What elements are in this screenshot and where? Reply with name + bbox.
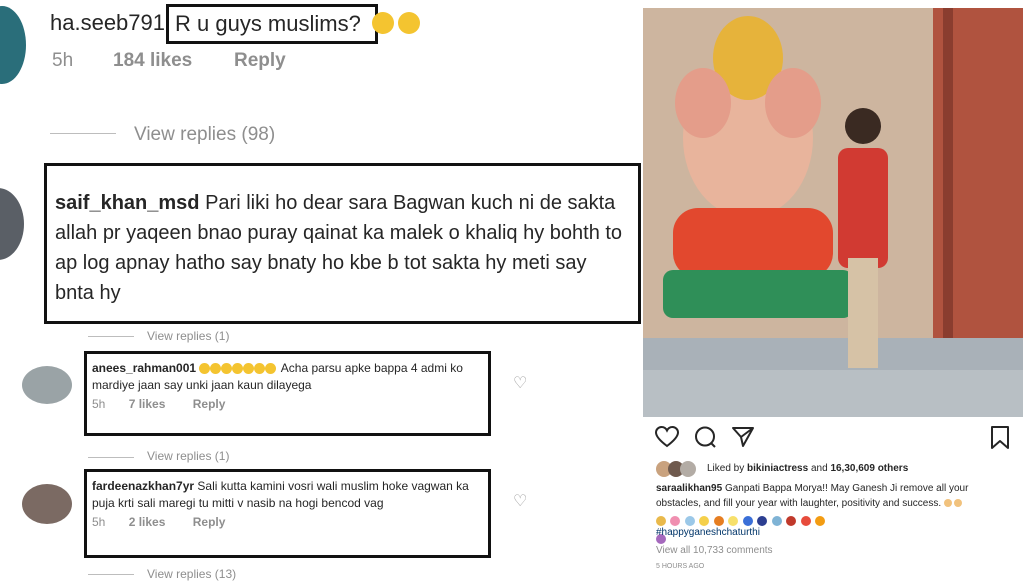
laughing-emoji-icon [199,361,280,375]
comment-time: 5h [92,397,106,411]
hashtag-link[interactable]: #happyganeshchaturthi [656,527,760,538]
post-timestamp: 5 hours ago [656,563,705,570]
comment-icon[interactable] [694,426,718,453]
heart-icon[interactable] [654,425,680,453]
divider [88,457,134,458]
comment-likes[interactable]: 2 likes [129,515,166,529]
view-replies-link[interactable]: View replies (1) [147,329,229,343]
divider [50,133,116,134]
username-anees-rahman001[interactable]: anees_rahman001 [92,361,196,375]
comment-likes[interactable]: 184 likes [113,50,192,72]
avatar-fardeenazkhan7yr[interactable] [22,484,72,524]
username-ha-seeb791[interactable]: ha.seeb791 [50,10,165,36]
comment-box-saif: saif_khan_msd Pari liki ho dear sara Bag… [44,163,641,324]
view-all-comments-link[interactable]: View all 10,733 comments [656,545,773,556]
view-replies-link[interactable]: View replies (1) [147,449,229,463]
comment-likes[interactable]: 7 likes [129,397,166,411]
like-heart-icon[interactable]: ♡ [513,491,527,511]
caption-emoji-row [656,512,836,544]
liked-by-line: Liked by bikiniactress and 16,30,609 oth… [707,463,909,474]
comment-box-anees: anees_rahman001 Acha parsu apke bappa 4 … [84,351,491,436]
comment-time: 5h [52,50,74,71]
liked-by-avatars [656,461,706,477]
like-heart-icon[interactable]: ♡ [513,373,527,393]
post-photo[interactable] [643,8,1023,417]
post-photo-illustration [643,8,1023,417]
sad-emoji-icon [372,12,394,34]
avatar-ha-seeb791[interactable] [0,6,26,84]
username-fardeenazkhan7yr[interactable]: fardeenazkhan7yr [92,479,194,493]
comment-time: 5h [92,515,106,529]
view-replies-link[interactable]: View replies (98) [134,124,275,146]
caption-username[interactable]: saraalikhan95 [656,483,722,494]
avatar-anees-rahman001[interactable] [22,366,72,404]
divider [88,574,134,575]
bookmark-icon[interactable] [990,426,1010,455]
view-replies-link[interactable]: View replies (13) [147,567,236,581]
comment-text-top: R u guys muslims? [175,11,361,36]
reply-button[interactable]: Reply [193,515,226,529]
comment-box-fardeen: fardeenazkhan7yr Sali kutta kamini vosri… [84,469,491,558]
liked-by-user[interactable]: bikiniactress [747,463,808,474]
reply-button[interactable]: Reply [234,50,286,72]
liked-by-count[interactable]: 16,30,609 others [830,463,908,474]
avatar-saif-khan-msd[interactable] [0,188,24,260]
comment-text-box-top: R u guys muslims? [166,4,378,44]
pray-emoji-icon [943,498,962,509]
reply-button[interactable]: Reply [193,397,226,411]
divider [88,336,134,337]
username-saif-khan-msd[interactable]: saif_khan_msd [55,192,200,214]
post-caption: saraalikhan95 Ganpati Bappa Morya!! May … [656,481,1011,511]
sad-emoji-icon [398,12,420,34]
share-icon[interactable] [731,426,755,453]
